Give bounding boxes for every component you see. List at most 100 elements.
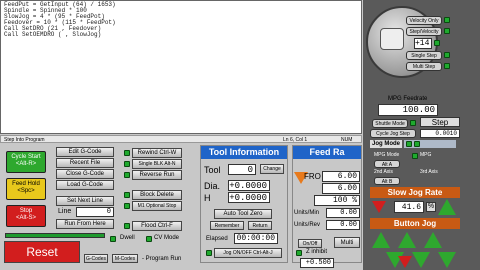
block-delete-button[interactable]: Block Delete: [132, 190, 182, 200]
run-from-here-button[interactable]: Run From Here: [56, 219, 114, 229]
single-blk-led: [124, 161, 130, 167]
z-inhibit-label: Z inhibit: [306, 249, 328, 255]
m1-optional-button[interactable]: M1 Optional Stop: [132, 201, 182, 211]
jog-onoff-button[interactable]: Jog ON/OFF Ctrl-Alt-J: [214, 248, 282, 258]
editor-line: Call SetOEMDRO ( , SlowJog): [4, 31, 102, 38]
feed-rate-header: Feed Ra: [293, 146, 361, 159]
tool-info-header: Tool Information: [201, 146, 287, 159]
cycle-jog-step-button[interactable]: Cycle Jog Step: [370, 129, 416, 138]
step-value: +14: [414, 38, 432, 49]
mpg-knob[interactable]: [380, 28, 404, 50]
feed-hold-label: Feed Hold: [12, 181, 40, 187]
line-label: Line: [58, 208, 72, 215]
rewind-button[interactable]: Rewind Ctrl-W: [132, 148, 182, 158]
dwell-led: [110, 236, 116, 242]
feed-percent: 100 %: [314, 195, 360, 206]
slow-jog-down-icon[interactable]: [372, 201, 386, 213]
status-bar: Step Into Program Ln 6, Col 1 NUM: [0, 135, 362, 143]
stop-button[interactable]: Stop <Alt-S>: [6, 205, 46, 227]
remember-button[interactable]: Remember: [210, 221, 244, 230]
gcode-editor[interactable]: FeedPut = GetInput (64) / 1653) Spindle …: [0, 0, 362, 134]
single-blk-button[interactable]: Single BLK Alt-N: [132, 159, 182, 169]
jog-onoff-led: [206, 250, 212, 256]
button-jog-header: Button Jog: [370, 218, 460, 229]
units-rev-value: 0.00: [326, 220, 360, 230]
step-velocity-button[interactable]: Step/Velocity: [406, 27, 442, 36]
load-gcode-button[interactable]: Load G-Code: [56, 180, 114, 190]
onoff-button[interactable]: On/Off: [298, 239, 322, 248]
dwell-label: Dwell: [120, 235, 135, 241]
reset-button[interactable]: Reset: [4, 241, 80, 263]
jog-x-minus-icon[interactable]: [398, 256, 412, 268]
flood-button[interactable]: Flood Ctrl-F: [132, 221, 182, 231]
units-min-value: 0.00: [326, 208, 360, 218]
two-nd-axis-label: 2nd Axis: [374, 169, 393, 175]
cycle-start-label: Cycle Start: [11, 154, 41, 160]
z-inhibit-led: [296, 250, 302, 256]
mpg-feedrate-value[interactable]: 100.00: [378, 104, 438, 116]
set-next-line-button[interactable]: Set Next Line: [56, 196, 114, 206]
slow-jog-up-icon[interactable]: [438, 199, 456, 215]
fro-value[interactable]: 6.00: [322, 171, 360, 182]
cycle-start-button[interactable]: Cycle Start <Alt-R>: [6, 151, 46, 173]
alt-a-button[interactable]: Alt A: [374, 160, 400, 168]
feed-value: 6.00: [322, 183, 360, 194]
reverse-run-led: [124, 172, 130, 178]
return-button[interactable]: Return: [248, 221, 272, 230]
velocity-only-button[interactable]: Velocity Only: [406, 16, 442, 25]
line-value[interactable]: 0: [76, 207, 114, 217]
multi-button[interactable]: Multi: [334, 237, 360, 248]
cv-mode-led: [146, 236, 152, 242]
jog-z-plus-icon[interactable]: [398, 232, 416, 248]
tool-info-panel: [200, 145, 288, 263]
change-tool-button[interactable]: Change: [260, 164, 284, 174]
single-step-button[interactable]: Single Step: [406, 51, 442, 60]
alt-b-button[interactable]: Alt B: [374, 177, 400, 185]
mpg-label: MPG: [420, 152, 432, 158]
single-step-led: [444, 52, 450, 58]
m1-optional-led: [124, 203, 130, 209]
reverse-run-button[interactable]: Reverse Run: [132, 170, 182, 180]
mpg-led: [412, 153, 418, 159]
velocity-only-led: [444, 17, 450, 23]
jog-y-minus-icon[interactable]: [372, 232, 390, 248]
recent-file-button[interactable]: Recent File: [56, 158, 114, 168]
auto-tool-zero-button[interactable]: Auto Tool Zero: [214, 209, 272, 219]
multi-step-led: [444, 63, 450, 69]
tool-value[interactable]: 0: [228, 164, 256, 175]
h-label: H: [204, 193, 211, 203]
multi-step-button[interactable]: Multi Step: [406, 62, 442, 71]
jog-a-minus-icon[interactable]: [438, 252, 456, 268]
flood-led: [124, 223, 130, 229]
tool-label: Tool: [204, 165, 221, 175]
step-velocity-led: [444, 28, 450, 34]
rewind-led: [124, 150, 130, 156]
three-rd-axis-label: 3rd Axis: [420, 169, 438, 175]
status-line-col: Ln 6, Col 1: [283, 137, 308, 143]
jog-mode-label: Jog Mode: [370, 140, 402, 148]
feed-hold-button[interactable]: Feed Hold <Spc>: [6, 178, 46, 200]
fro-label: FRO: [304, 172, 321, 181]
shuttle-mode-led: [410, 120, 416, 126]
jog-a-plus-icon[interactable]: [424, 232, 442, 248]
z-inhibit-value[interactable]: +0.500: [300, 258, 334, 268]
status-num: NUM: [341, 137, 353, 143]
gcodes-button[interactable]: G-Codes: [84, 254, 108, 263]
edit-gcode-button[interactable]: Edit G-Code: [56, 147, 114, 157]
close-gcode-button[interactable]: Close G-Code: [56, 169, 114, 179]
step-label: Step: [420, 117, 460, 127]
jog-led-1: [406, 141, 412, 147]
mpg-mode-label: MPG Mode: [374, 152, 400, 158]
slow-jog-value[interactable]: 41.6: [394, 201, 424, 213]
units-rev-label: Units/Rev: [294, 222, 321, 228]
h-value: +0.0000: [228, 192, 270, 203]
stop-label: Stop: [19, 208, 33, 214]
step-indicator-led: [434, 40, 440, 46]
jog-y-down-icon[interactable]: [412, 252, 430, 268]
elapsed-label: Elapsed: [206, 236, 228, 242]
shuttle-mode-button[interactable]: Shuttle Mode: [372, 119, 408, 128]
cycle-start-key: <Alt-R>: [15, 161, 37, 167]
mcodes-button[interactable]: M-Codes: [112, 254, 138, 263]
program-run-label: - Program Run: [142, 256, 182, 262]
feed-hold-key: <Spc>: [17, 188, 35, 194]
